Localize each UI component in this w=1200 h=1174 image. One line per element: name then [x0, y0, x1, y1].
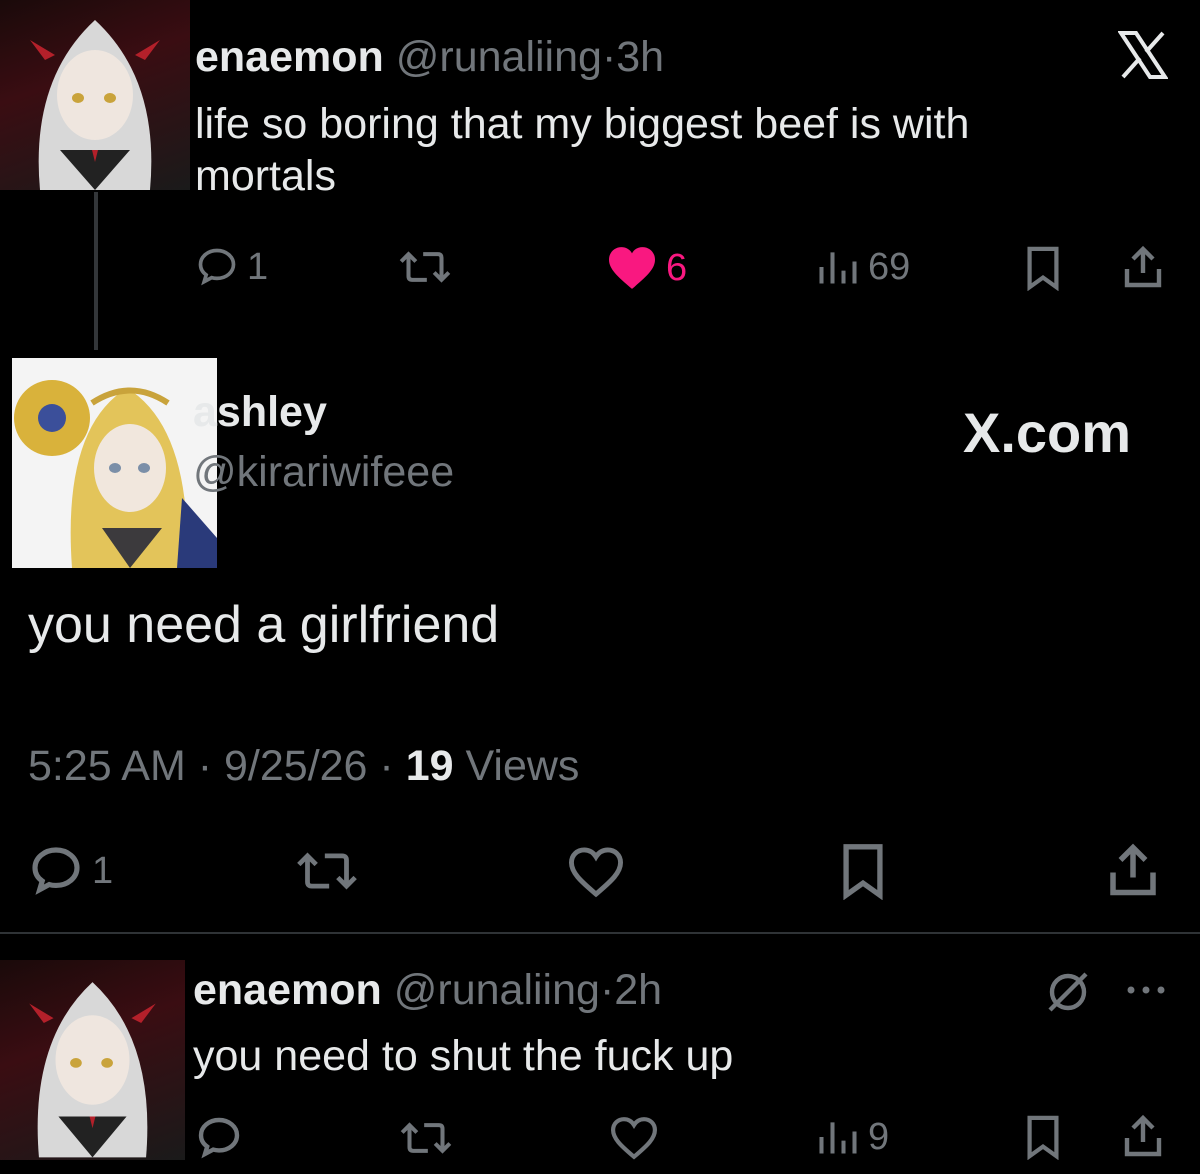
- bookmark-icon[interactable]: [1022, 1114, 1064, 1160]
- like-count: 6: [666, 246, 688, 289]
- reply-button[interactable]: 1: [28, 843, 113, 899]
- heart-filled-icon: [609, 247, 655, 289]
- tweet-time[interactable]: 5:25 AM: [28, 742, 186, 790]
- avatar-ashley[interactable]: [12, 358, 217, 568]
- handle[interactable]: @runaliing: [394, 966, 600, 1014]
- share-icon[interactable]: [1103, 840, 1163, 900]
- reply-button[interactable]: 1: [195, 245, 268, 289]
- retweet-button[interactable]: [397, 245, 453, 289]
- views-count: 19: [405, 742, 454, 790]
- reply-count: 1: [247, 245, 269, 288]
- share-icon[interactable]: [1119, 243, 1167, 291]
- views-label: Views: [465, 742, 580, 790]
- reply-icon: [32, 847, 80, 895]
- avatar-enaemon[interactable]: [0, 960, 185, 1160]
- like-button[interactable]: 6: [606, 245, 687, 291]
- retweet-icon: [399, 251, 451, 283]
- timestamp[interactable]: 2h: [614, 966, 662, 1014]
- tweet-text: you need a girlfriend: [28, 596, 500, 654]
- more-icon[interactable]: [1124, 983, 1168, 997]
- tweet-text: you need to shut the fuck up: [193, 1032, 734, 1080]
- display-name[interactable]: enaemon: [193, 966, 382, 1014]
- reply-icon: [198, 248, 236, 286]
- display-name[interactable]: enaemon: [195, 33, 384, 81]
- timestamp[interactable]: 3h: [616, 33, 664, 81]
- separator: ·: [599, 966, 615, 1014]
- tweet-text-line1: life so boring that my biggest beef is w…: [195, 100, 970, 148]
- handle[interactable]: @runaliing: [396, 33, 602, 81]
- separator: ·: [197, 742, 213, 790]
- avatar-enaemon[interactable]: [0, 0, 190, 190]
- separator: ·: [601, 33, 617, 81]
- heart-icon[interactable]: [608, 1115, 660, 1161]
- thread-line: [94, 192, 98, 350]
- bookmark-icon[interactable]: [1022, 245, 1064, 291]
- handle[interactable]: @kirariwifeee: [193, 448, 454, 497]
- grok-icon[interactable]: [1044, 968, 1092, 1016]
- share-icon[interactable]: [1119, 1112, 1167, 1160]
- retweet-icon[interactable]: [397, 1116, 455, 1160]
- tweet-date[interactable]: 9/25/26: [224, 742, 367, 790]
- views-button[interactable]: 69: [816, 245, 910, 289]
- analytics-icon: [819, 1122, 857, 1154]
- views-count: 69: [868, 245, 911, 288]
- separator: ·: [379, 742, 394, 790]
- display-name[interactable]: ashley: [193, 388, 327, 437]
- tweet-header: enaemon @runaliing·3h: [195, 33, 664, 82]
- analytics-icon: [819, 252, 857, 284]
- views-button[interactable]: 9: [816, 1115, 889, 1159]
- tweet-meta: 5:25 AM · 9/25/26 · 19 Views: [28, 742, 579, 791]
- divider: [0, 932, 1200, 934]
- heart-icon[interactable]: [565, 845, 627, 899]
- bookmark-icon[interactable]: [837, 842, 889, 900]
- tweet-text-line2: mortals: [195, 152, 336, 200]
- reply-icon[interactable]: [195, 1114, 243, 1162]
- watermark: X.com: [963, 401, 1132, 464]
- tweet-header: enaemon @runaliing·2h: [193, 966, 662, 1015]
- x-logo-icon[interactable]: [1118, 30, 1168, 80]
- reply-count: 1: [92, 849, 114, 892]
- retweet-icon[interactable]: [292, 845, 362, 897]
- views-count: 9: [868, 1115, 890, 1158]
- tweet-text: life so boring that my biggest beef is w…: [195, 98, 969, 202]
